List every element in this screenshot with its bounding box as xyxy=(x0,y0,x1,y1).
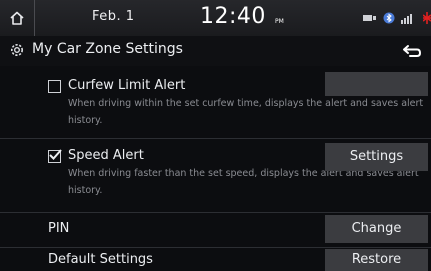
curfew-settings-button xyxy=(325,72,428,96)
curfew-limit-alert-checkbox[interactable] xyxy=(48,80,61,93)
date-display: Feb. 1 xyxy=(92,9,135,24)
bluetooth-icon xyxy=(383,12,395,24)
speed-alert-label: Speed Alert xyxy=(68,148,144,163)
divider xyxy=(0,247,431,248)
back-icon[interactable] xyxy=(402,44,422,58)
curfew-limit-alert-description: When driving within the set curfew time,… xyxy=(68,98,424,126)
status-icons xyxy=(363,12,431,24)
divider xyxy=(0,138,431,139)
home-icon xyxy=(10,11,24,25)
signal-icon xyxy=(401,13,412,24)
page-title: My Car Zone Settings xyxy=(32,41,183,57)
clock-ampm: PM xyxy=(275,18,284,25)
pin-change-button[interactable]: Change xyxy=(325,215,428,243)
restore-button[interactable]: Restore xyxy=(325,249,428,271)
home-button[interactable] xyxy=(0,0,35,36)
pin-label: PIN xyxy=(48,221,70,236)
status-bar: Feb. 1 12:40 PM xyxy=(0,0,431,36)
speed-alert-checkbox[interactable] xyxy=(48,149,62,163)
divider xyxy=(0,212,431,213)
checkmark-icon xyxy=(49,149,62,160)
curfew-limit-alert-label: Curfew Limit Alert xyxy=(68,78,186,93)
clock-time: 12:40 xyxy=(200,4,266,29)
bluetooth-audio-icon xyxy=(363,15,376,21)
speed-settings-button[interactable]: Settings xyxy=(325,143,428,171)
battery-warning-icon xyxy=(423,12,431,24)
gear-icon xyxy=(11,44,23,56)
